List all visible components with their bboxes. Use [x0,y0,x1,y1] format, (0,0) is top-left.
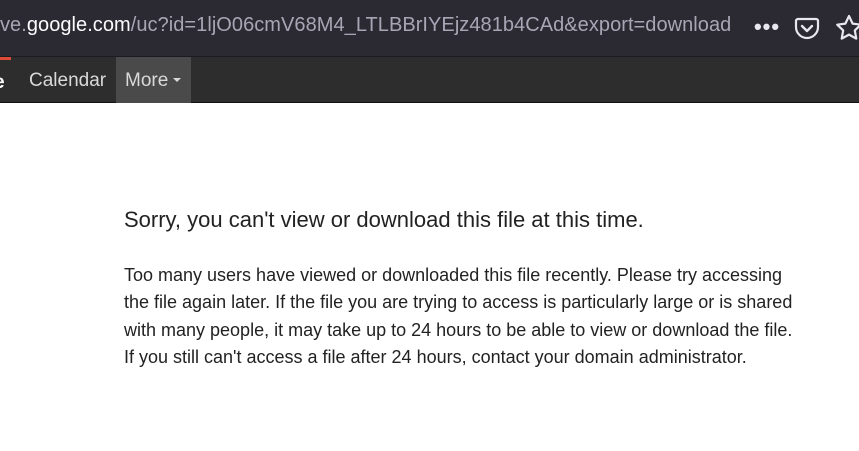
browser-toolbar: ve.google.com/uc?id=1ljO06cmV68M4_LTLBBr… [0,0,859,57]
nav-item-calendar[interactable]: Calendar [29,57,106,103]
google-nav-bar: e Calendar More [0,57,859,103]
star-icon[interactable] [834,13,859,43]
nav-more-label: More [125,70,169,91]
nav-item-more[interactable]: More [116,57,191,103]
error-panel: Sorry, you can't view or download this f… [124,204,804,371]
url-host: google.com [26,14,131,36]
url-prefix: ve. [0,14,27,36]
page-actions-menu-icon[interactable]: ••• [752,12,782,42]
pocket-icon[interactable] [794,15,820,41]
error-title: Sorry, you can't view or download this f… [124,207,644,232]
address-bar[interactable]: ve.google.com/uc?id=1ljO06cmV68M4_LTLBBr… [0,14,731,37]
error-message: Too many users have viewed or downloaded… [124,265,793,367]
url-path: /uc?id=1ljO06cmV68M4_LTLBBrIYEjz481b4CAd… [130,14,732,36]
nav-item-drive[interactable]: e [0,57,11,103]
chevron-down-icon [173,77,182,82]
